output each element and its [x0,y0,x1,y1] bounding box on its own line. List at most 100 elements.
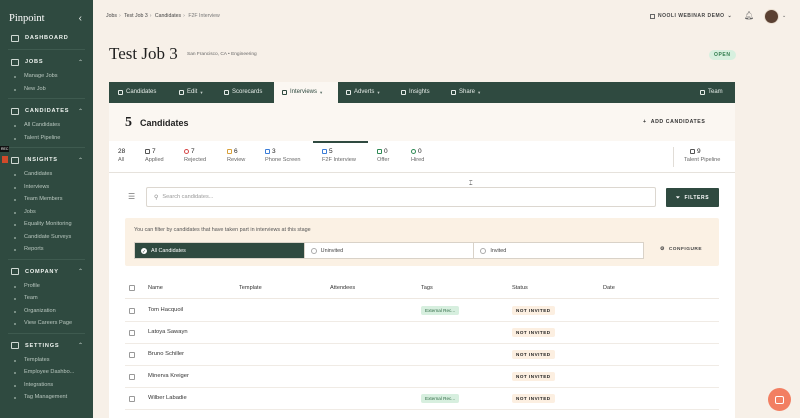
gear-icon: ⚙ [660,247,665,252]
tab-team[interactable]: Team [700,82,723,103]
insights-icon [401,90,406,95]
row-checkbox[interactable] [129,308,135,314]
sidebar-item-team-members[interactable]: Team Members [0,193,93,206]
sidebar: Pinpoint ‹ DASHBOARD JOBS ⌃ Manage Jobs … [0,0,93,418]
stage-f2f-interview[interactable]: 5 F2F Interview [313,141,368,173]
row-checkbox[interactable] [129,374,135,380]
chevron-up-icon[interactable]: ⌃ [78,157,83,164]
search-icon: ⚲ [154,194,159,201]
tab-adverts[interactable]: Adverts ▾ [346,82,380,103]
sidebar-section-company[interactable]: COMPANY ⌃ [0,264,93,280]
sidebar-item-manage-jobs[interactable]: Manage Jobs [0,70,93,83]
candidate-name[interactable]: Latoya Sawayn [148,329,188,335]
sidebar-item-candidate-surveys[interactable]: Candidate Surveys [0,231,93,244]
filter-option-label: Uninvited [320,247,344,254]
sidebar-item-equality-monitoring[interactable]: Equality Monitoring [0,218,93,231]
status-badge: NOT INVITED [512,328,555,337]
filter-option-uninvited[interactable]: Uninvited [305,243,475,258]
sidebar-section-candidates[interactable]: CANDIDATES ⌃ [0,103,93,119]
candidate-name[interactable]: Tom Hacquoil [148,307,183,313]
sidebar-item-new-job[interactable]: New Job [0,83,93,96]
tab-insights[interactable]: Insights [401,82,430,103]
stage-rejected[interactable]: 7 Rejected [184,141,206,173]
filter-option-invited[interactable]: Invited [474,243,643,258]
stage-review[interactable]: 6 Review [227,141,245,173]
search-input[interactable] [162,194,643,200]
configure-button[interactable]: ⚙ CONFIGURE [660,247,702,252]
sidebar-section-dashboard[interactable]: DASHBOARD [0,30,93,46]
breadcrumb-separator: › [183,13,185,19]
select-all-checkbox[interactable] [129,285,135,291]
tab-interviews[interactable]: Interviews ▾ [274,82,338,103]
sidebar-item-view-careers-page[interactable]: View Careers Page [0,317,93,330]
stage-talent-pipeline[interactable]: 9 Talent Pipeline [684,141,720,173]
chevron-up-icon[interactable]: ⌃ [78,268,83,275]
row-checkbox[interactable] [129,352,135,358]
sidebar-item-talent-pipeline[interactable]: Talent Pipeline [0,132,93,145]
notifications-bell-icon[interactable]: 🔔︎ [744,11,754,20]
stage-count: 0 [384,148,388,155]
add-candidates-button[interactable]: + ADD CANDIDATES [643,119,705,125]
stage-all[interactable]: 28 All [118,141,125,173]
breadcrumb-job[interactable]: Test Job 3 [124,13,148,19]
sidebar-section-label: SETTINGS [25,342,60,349]
sidebar-item-reports[interactable]: Reports [0,243,93,256]
edit-icon [179,90,184,95]
column-name[interactable]: Name [148,285,163,291]
chevron-up-icon[interactable]: ⌃ [78,59,83,66]
stage-count: 28 [118,148,126,155]
sidebar-item-jobs[interactable]: Jobs [0,206,93,219]
sidebar-item-tag-management[interactable]: Tag Management [0,391,93,404]
chevron-down-icon[interactable]: ⌄ [782,13,786,19]
sidebar-item-employee-dashboard[interactable]: Employee Dashbo... [0,366,93,379]
building-icon [650,13,655,19]
sidebar-item-all-candidates[interactable]: All Candidates [0,119,93,132]
table-row[interactable]: Latoya Sawayn NOT INVITED [125,322,719,344]
sidebar-section-settings[interactable]: SETTINGS ⌃ [0,338,93,354]
table-row[interactable]: Tom Hacquoil External Rec... NOT INVITED [125,300,719,322]
stage-name: All [118,157,125,163]
row-checkbox[interactable] [129,396,135,402]
brand-logo[interactable]: Pinpoint [9,13,45,24]
sidebar-section-label: JOBS [25,59,44,65]
sidebar-section-jobs[interactable]: JOBS ⌃ [0,54,93,70]
breadcrumb-candidates[interactable]: Candidates [155,13,181,19]
table-row[interactable]: Bruno Schiller NOT INVITED [125,344,719,366]
org-switcher[interactable]: NOOLI WEBINAR DEMO ⌄ [650,13,732,19]
breadcrumb-jobs[interactable]: Jobs [106,13,117,19]
sidebar-item-interviews[interactable]: Interviews [0,181,93,194]
table-row[interactable]: Wilber Labadie External Rec... NOT INVIT… [125,388,719,410]
sidebar-item-team[interactable]: Team [0,292,93,305]
candidate-name[interactable]: Minerva Kreiger [148,373,189,379]
filter-option-all-candidates[interactable]: ✓ All Candidates [135,243,305,258]
sidebar-section-insights[interactable]: INSIGHTS ⌃ [0,152,93,168]
sidebar-item-templates[interactable]: Templates [0,354,93,367]
stage-hired[interactable]: 0 Hired [411,141,424,173]
tab-edit[interactable]: Edit ▾ [179,82,203,103]
tab-share[interactable]: Share ▾ [451,82,480,103]
stage-applied[interactable]: 7 Applied [145,141,164,173]
tab-candidates[interactable]: Candidates [118,82,156,103]
sidebar-item-integrations[interactable]: Integrations [0,379,93,392]
collapse-sidebar-icon[interactable]: ‹ [79,13,82,24]
sidebar-item-organization[interactable]: Organization [0,305,93,318]
row-checkbox[interactable] [129,330,135,336]
table-row[interactable]: Minerva Kreiger NOT INVITED [125,366,719,388]
column-template: Template [239,285,262,291]
user-avatar[interactable] [764,9,779,24]
tab-scorecards[interactable]: Scorecards [224,82,262,103]
scorecard-icon [224,90,229,95]
list-view-icon[interactable]: ☰ [128,192,135,201]
candidate-name[interactable]: Bruno Schiller [148,351,184,357]
stage-phone-screen[interactable]: 3 Phone Screen [265,141,300,173]
add-candidates-label: ADD CANDIDATES [650,119,706,125]
chevron-up-icon[interactable]: ⌃ [78,108,83,115]
sidebar-item-insights-candidates[interactable]: Candidates [0,168,93,181]
filters-button[interactable]: ⏷ FILTERS [666,188,719,207]
chat-launcher-button[interactable] [768,388,791,411]
chevron-up-icon[interactable]: ⌃ [78,342,83,349]
stage-count: 9 [697,148,701,155]
stage-offer[interactable]: 0 Offer [377,141,389,173]
sidebar-item-profile[interactable]: Profile [0,280,93,293]
candidate-name[interactable]: Wilber Labadie [148,395,187,401]
